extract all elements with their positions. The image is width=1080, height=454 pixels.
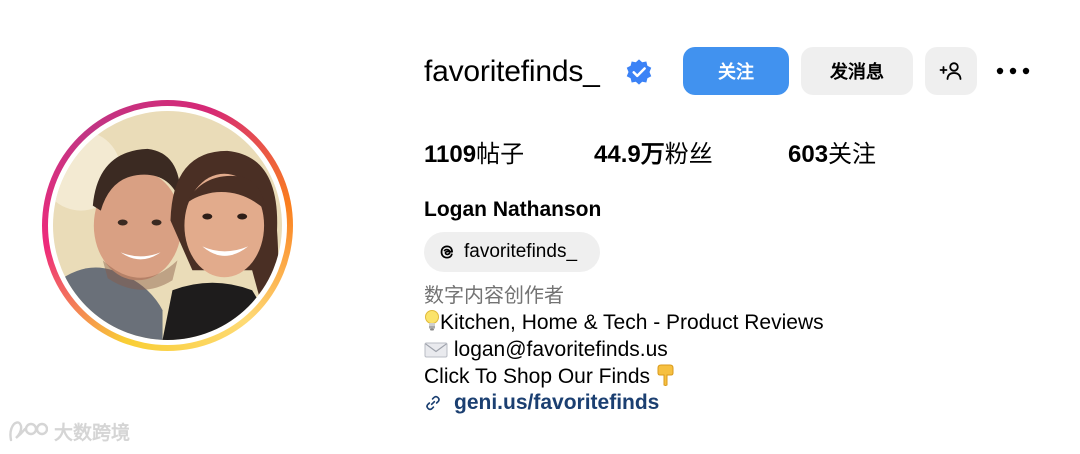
threads-handle: favoritefinds_ [464, 241, 578, 262]
watermark-text: 大数跨境 [54, 422, 131, 444]
following-count[interactable]: 603关注 [788, 139, 876, 170]
followers-label: 粉丝 [664, 140, 713, 168]
followers-value: 44.9万 [594, 141, 665, 168]
verified-badge-icon [626, 59, 652, 85]
message-button[interactable]: 发消息 [801, 47, 913, 95]
more-options-button[interactable] [993, 58, 1033, 84]
full-name: Logan Nathanson [424, 198, 602, 221]
bio-email: logan@favoritefinds.us [453, 338, 668, 361]
follow-button[interactable]: 关注 [683, 47, 789, 95]
external-link[interactable]: geni.us/favoritefinds [424, 391, 659, 415]
posts-count: 1109帖子 [424, 139, 524, 170]
posts-label: 帖子 [476, 140, 525, 168]
pointing-down-icon [657, 364, 674, 386]
light-bulb-icon [425, 310, 439, 331]
watermark-logo-icon [9, 420, 48, 441]
profile-avatar-ring[interactable] [42, 100, 293, 351]
bio-line-3-text: Click To Shop Our Finds [424, 365, 651, 388]
add-person-icon [939, 62, 962, 80]
username: favoritefinds_ [424, 55, 600, 88]
following-value: 603 [788, 141, 829, 168]
following-label: 关注 [828, 140, 877, 168]
link-text: geni.us/favoritefinds [454, 391, 660, 414]
bio-line-3: Click To Shop Our Finds [424, 363, 676, 390]
threads-profile-link[interactable]: favoritefinds_ [424, 232, 600, 272]
bio-line-1: Kitchen, Home & Tech - Product Reviews [424, 309, 824, 336]
bio-line-2: logan@favoritefinds.us [424, 336, 668, 363]
suggest-accounts-button[interactable] [925, 47, 977, 95]
link-icon [426, 395, 440, 411]
account-category: 数字内容创作者 [424, 283, 564, 307]
envelope-icon [424, 342, 448, 358]
followers-count[interactable]: 44.9万粉丝 [594, 139, 713, 170]
threads-icon [440, 245, 453, 259]
watermark: 大数跨境 [8, 418, 130, 445]
avatar-border [48, 106, 287, 345]
avatar [53, 111, 282, 340]
more-dots-icon [996, 67, 1030, 74]
bio-line-1-text: Kitchen, Home & Tech - Product Reviews [440, 311, 824, 334]
posts-value: 1109 [424, 141, 477, 168]
